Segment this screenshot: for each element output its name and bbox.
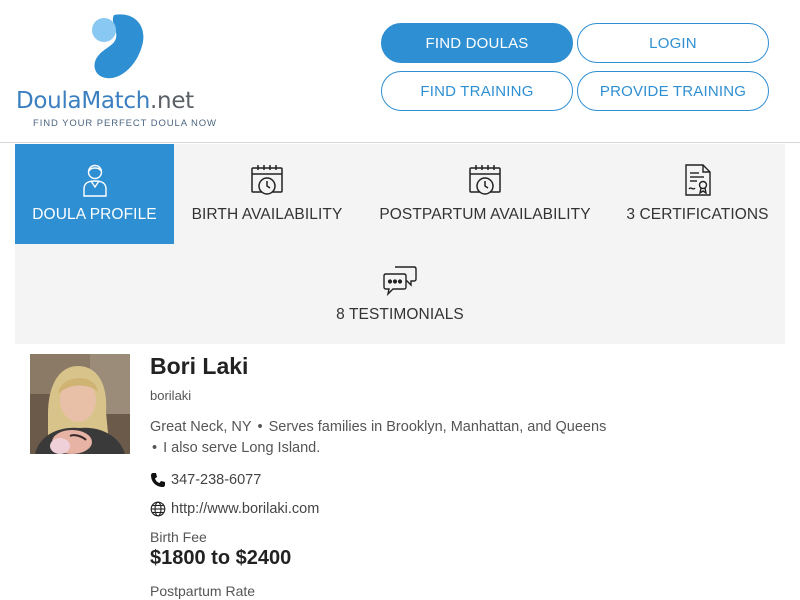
website-link[interactable]: http://www.borilaki.com bbox=[171, 501, 319, 517]
tab-label: POSTPARTUM AVAILABILITY bbox=[379, 206, 591, 223]
logo-name-blue: DoulaMatch bbox=[16, 88, 151, 114]
calendar-clock-icon bbox=[468, 162, 502, 198]
globe-icon bbox=[150, 501, 166, 517]
logo-text: DoulaMatch.net bbox=[16, 88, 194, 114]
birth-fee-value: $1800 to $2400 bbox=[150, 547, 292, 569]
extra-service-text: I also serve Long Island. bbox=[163, 440, 321, 456]
calendar-clock-icon bbox=[250, 162, 284, 198]
serves-text: Serves families in Brooklyn, Manhattan, … bbox=[268, 419, 607, 435]
bullet-separator: • bbox=[257, 419, 263, 435]
logo-tagline: FIND YOUR PERFECT DOULA NOW bbox=[33, 118, 217, 129]
phone-row: 347-238-6077 bbox=[150, 472, 261, 488]
tab-label: DOULA PROFILE bbox=[32, 206, 157, 223]
birth-fee-label: Birth Fee bbox=[150, 529, 207, 545]
doula-name: Bori Laki bbox=[150, 353, 249, 379]
chat-bubbles-icon bbox=[383, 262, 417, 298]
site-logo[interactable]: DoulaMatch.net FIND YOUR PERFECT DOULA N… bbox=[16, 12, 216, 132]
tab-label: 8 TESTIMONIALS bbox=[336, 306, 464, 323]
tab-birth-availability[interactable]: BIRTH AVAILABILITY bbox=[174, 144, 360, 244]
site-header: DoulaMatch.net FIND YOUR PERFECT DOULA N… bbox=[0, 0, 800, 143]
tab-certifications[interactable]: 3 CERTIFICATIONS bbox=[610, 144, 785, 244]
logo-name-dark: .net bbox=[150, 88, 194, 114]
provide-training-button[interactable]: PROVIDE TRAINING bbox=[577, 71, 769, 111]
find-training-button[interactable]: FIND TRAINING bbox=[381, 71, 573, 111]
phone-icon bbox=[150, 472, 166, 488]
login-button[interactable]: LOGIN bbox=[577, 23, 769, 63]
bullet-separator: • bbox=[152, 440, 158, 456]
certificate-icon bbox=[681, 162, 715, 198]
location-text: Great Neck, NY bbox=[150, 419, 252, 435]
logo-mark-icon bbox=[92, 14, 144, 79]
doula-photo bbox=[30, 354, 130, 454]
find-doulas-button[interactable]: FIND DOULAS bbox=[381, 23, 573, 63]
tab-postpartum-availability[interactable]: POSTPARTUM AVAILABILITY bbox=[360, 144, 610, 244]
tab-label: 3 CERTIFICATIONS bbox=[626, 206, 769, 223]
postpartum-rate-label: Postpartum Rate bbox=[150, 583, 256, 599]
tab-testimonials[interactable]: 8 TESTIMONIALS bbox=[300, 244, 500, 344]
person-icon bbox=[78, 162, 112, 198]
phone-number[interactable]: 347-238-6077 bbox=[171, 472, 261, 488]
service-area: Great Neck, NY • Serves families in Brookl… bbox=[150, 417, 750, 459]
website-row: http://www.borilaki.com bbox=[150, 501, 319, 517]
profile-tabs: DOULA PROFILE BIRTH AVAILABILITY POSTPAR… bbox=[15, 144, 785, 344]
doula-username: borilaki bbox=[150, 388, 192, 403]
tab-doula-profile[interactable]: DOULA PROFILE bbox=[15, 144, 174, 244]
tab-label: BIRTH AVAILABILITY bbox=[191, 206, 343, 223]
